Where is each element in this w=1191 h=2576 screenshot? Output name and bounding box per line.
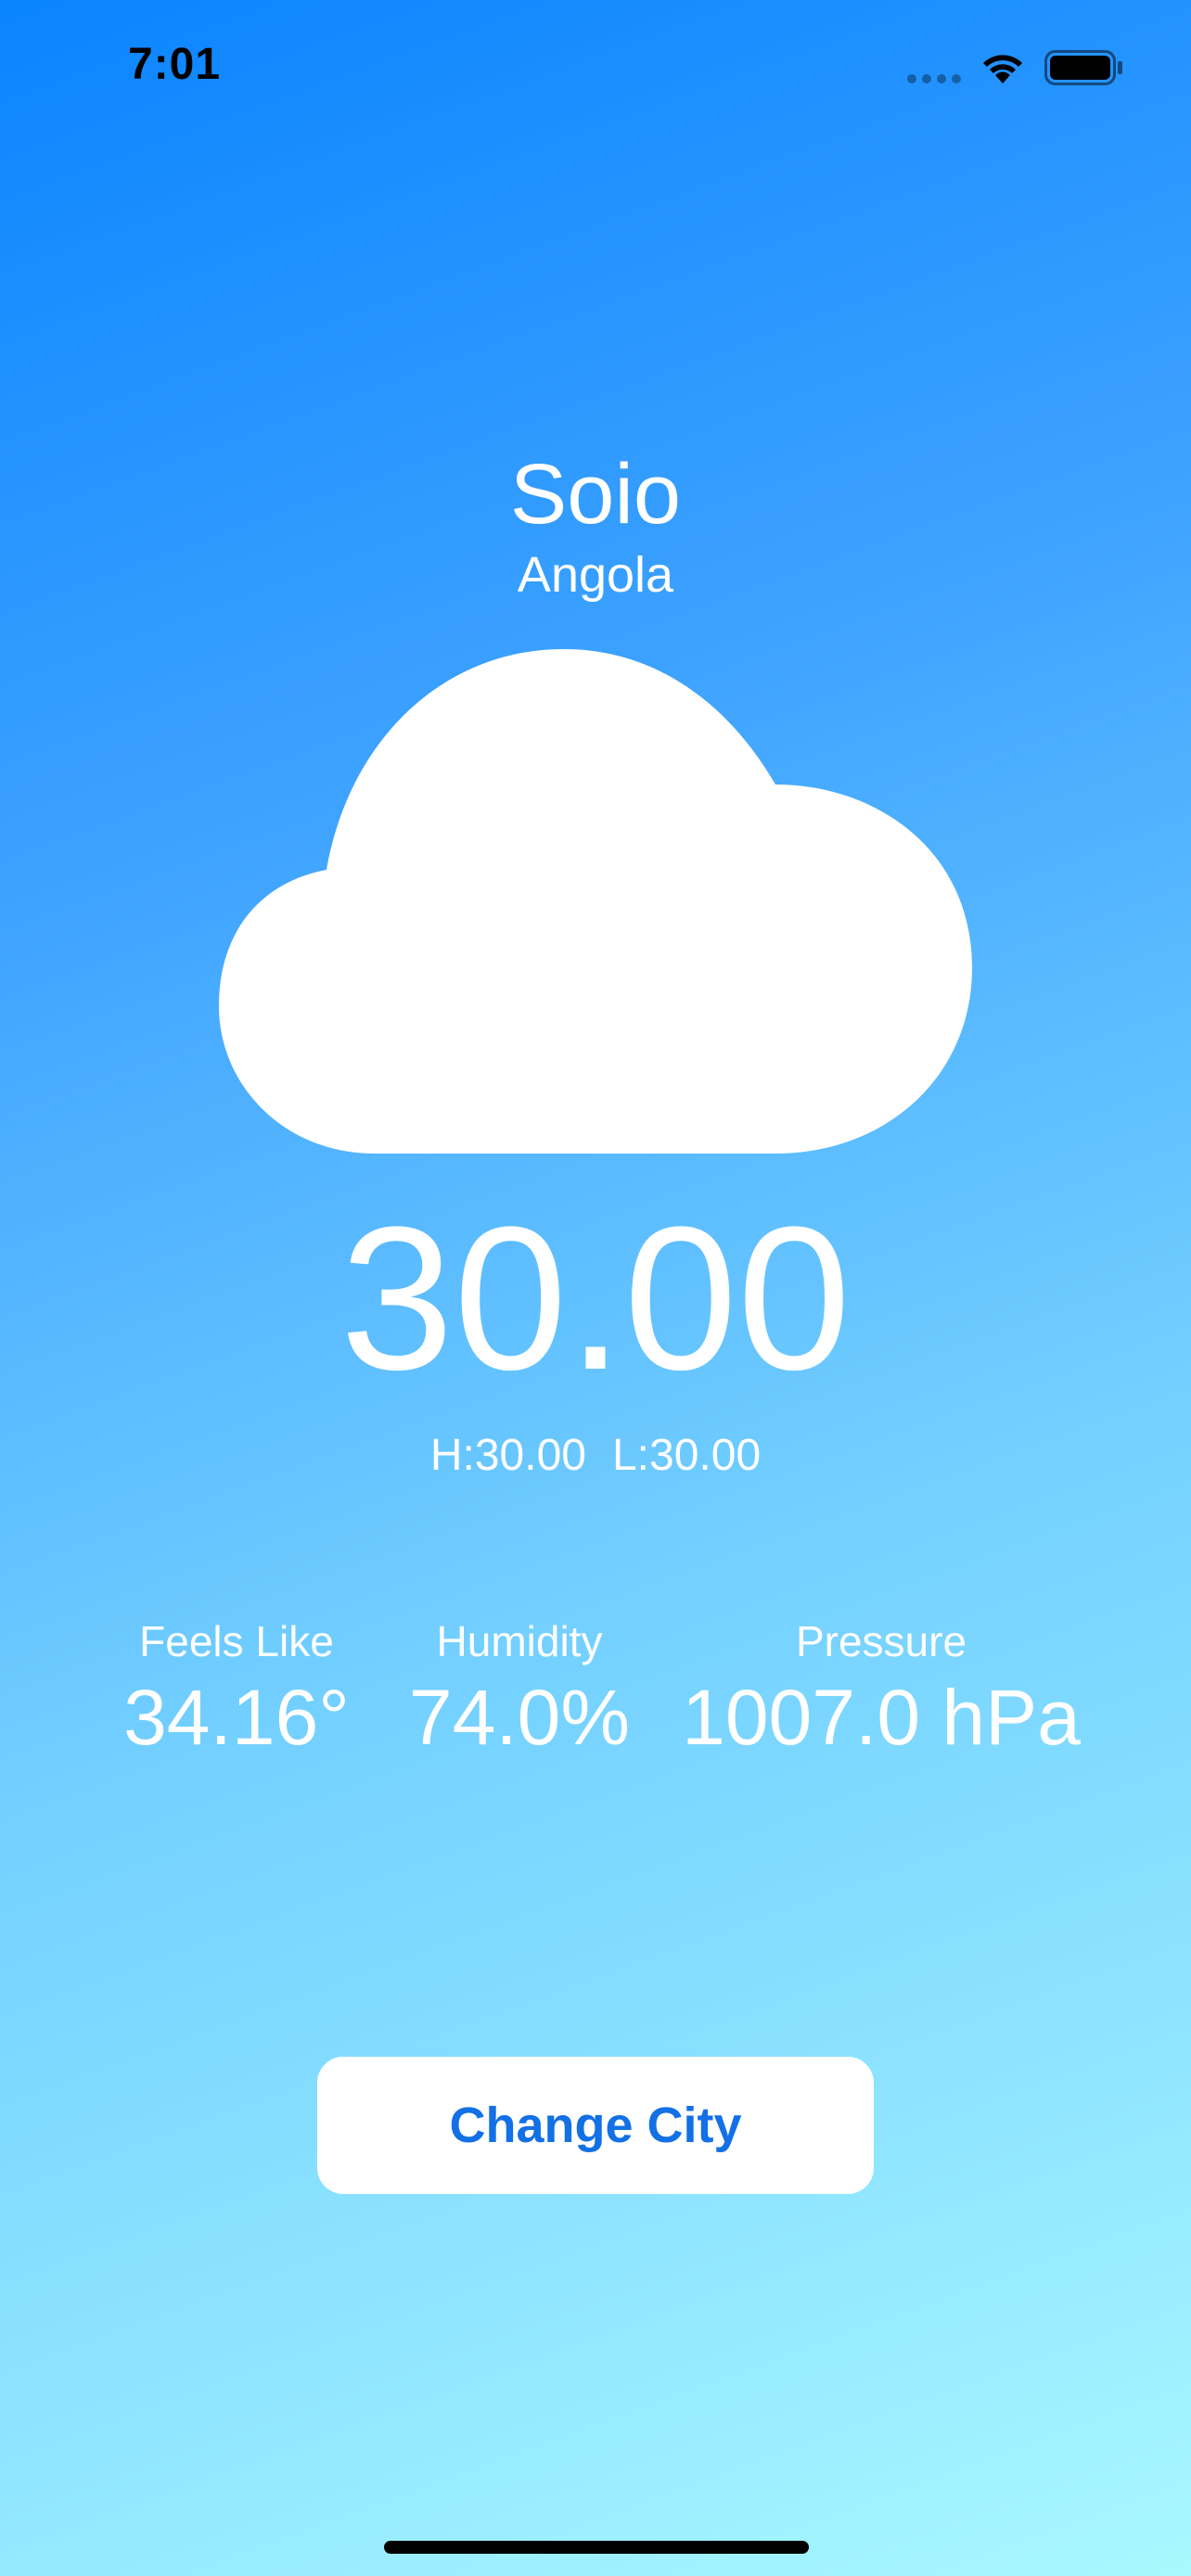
pressure-stat: Pressure 1007.0 hPa xyxy=(677,1615,1085,1764)
pressure-label: Pressure xyxy=(795,1617,967,1665)
humidity-stat: Humidity 74.0% xyxy=(390,1615,649,1764)
feels-like-stat: Feels Like 34.16° xyxy=(102,1615,371,1764)
humidity-value: 74.0% xyxy=(408,1674,631,1761)
feels-like-value: 34.16° xyxy=(123,1674,350,1761)
cellular-signal-icon xyxy=(907,74,963,83)
humidity-label: Humidity xyxy=(436,1617,603,1665)
wifi-icon xyxy=(983,55,1022,83)
current-temperature: 30.00 xyxy=(339,1184,852,1412)
change-city-button[interactable]: Change City xyxy=(317,2057,874,2194)
high-low-temperatures: H:30.00 L:30.00 xyxy=(0,1428,1191,1484)
pressure-value: 1007.0 hPa xyxy=(682,1674,1081,1761)
feels-like-label: Feels Like xyxy=(139,1617,334,1665)
city-name: Soio xyxy=(509,447,682,542)
battery-icon xyxy=(1044,50,1122,85)
cloud-icon xyxy=(219,649,972,1154)
low-temperature: L:30.00 xyxy=(611,1431,762,1480)
status-bar: 7:01 xyxy=(0,0,1191,139)
status-time: 7:01 xyxy=(128,40,222,89)
home-indicator[interactable] xyxy=(384,2541,809,2554)
country-name: Angola xyxy=(517,547,674,603)
high-temperature: H:30.00 xyxy=(429,1431,586,1480)
